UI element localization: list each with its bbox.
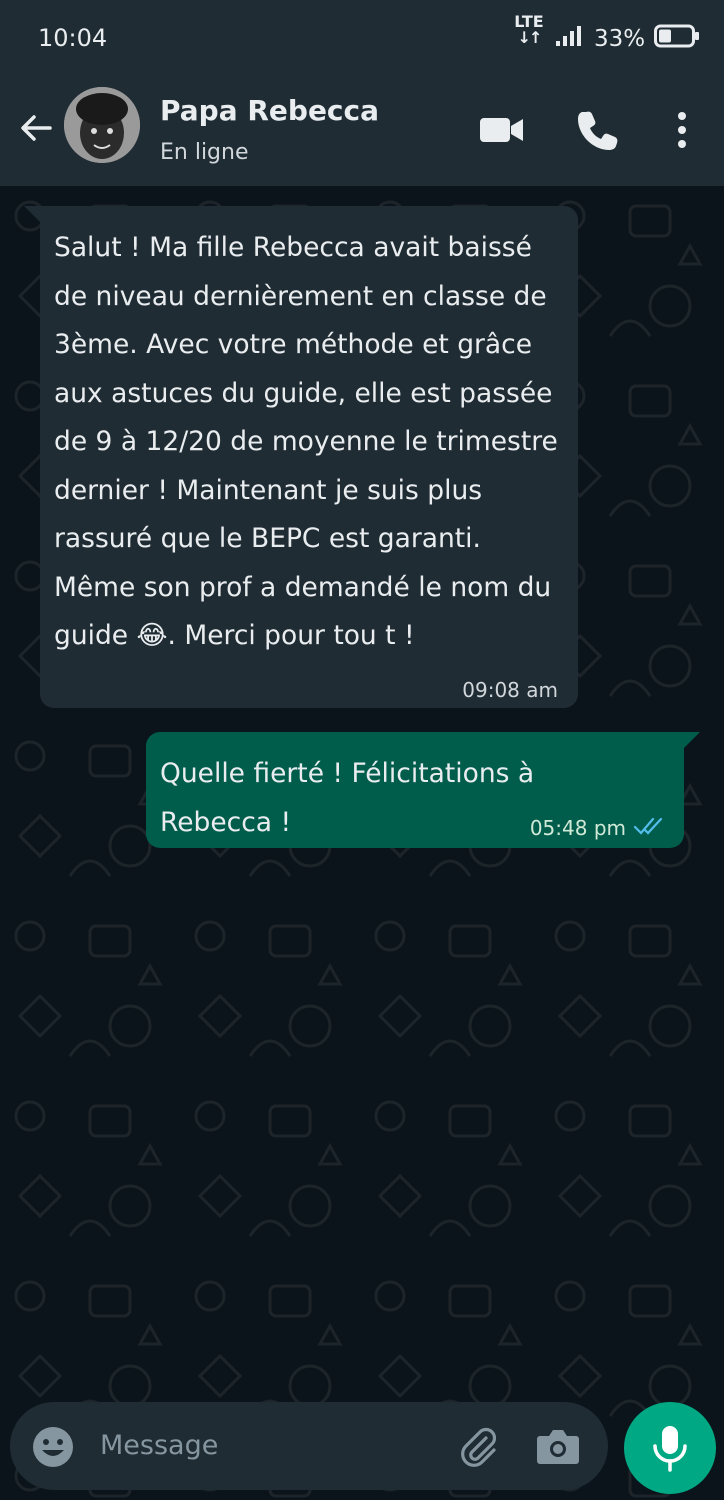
attach-icon[interactable] xyxy=(456,1424,500,1468)
emoji-icon[interactable] xyxy=(32,1426,74,1468)
read-receipt-icon xyxy=(634,817,663,835)
microphone-icon xyxy=(653,1426,687,1472)
message-input[interactable]: Message xyxy=(100,1430,218,1461)
contact-name[interactable]: Papa Rebecca xyxy=(160,94,379,127)
message-composer[interactable]: Message xyxy=(10,1402,608,1490)
status-time: 10:04 xyxy=(38,24,108,52)
message-text: Quelle fierté ! Félicitations à Rebecca … xyxy=(160,758,535,838)
camera-icon[interactable] xyxy=(536,1426,580,1466)
battery-percentage: 33% xyxy=(594,26,646,52)
contact-photo xyxy=(64,87,140,163)
contact-status: En ligne xyxy=(160,140,249,165)
message-text: Salut ! Ma fille Rebecca avait baissé de… xyxy=(54,224,568,661)
more-options-icon[interactable] xyxy=(658,106,706,154)
signal-icon xyxy=(556,26,581,46)
incoming-message[interactable]: Salut ! Ma fille Rebecca avait baissé de… xyxy=(40,206,578,708)
voice-record-button[interactable] xyxy=(624,1402,716,1494)
back-arrow-icon[interactable] xyxy=(16,108,56,148)
status-bar: 10:04 LTE ↓↑ 33% xyxy=(0,0,724,78)
video-call-icon[interactable] xyxy=(478,106,526,154)
avatar[interactable] xyxy=(64,87,140,163)
message-time: 09:08 am xyxy=(462,678,558,702)
chat-header: Papa Rebecca En ligne xyxy=(0,78,724,186)
outgoing-bubble-tail xyxy=(682,732,700,750)
laughing-emoji: 😂 xyxy=(136,620,168,651)
outgoing-message[interactable]: Quelle fierté ! Félicitations à Rebecca … xyxy=(146,732,684,848)
data-arrows-icon: ↓↑ xyxy=(517,28,543,47)
battery-icon xyxy=(654,24,699,48)
message-time: 05:48 pm xyxy=(529,816,626,840)
voice-call-icon[interactable] xyxy=(574,106,622,154)
network-indicator: LTE ↓↑ xyxy=(512,14,546,46)
